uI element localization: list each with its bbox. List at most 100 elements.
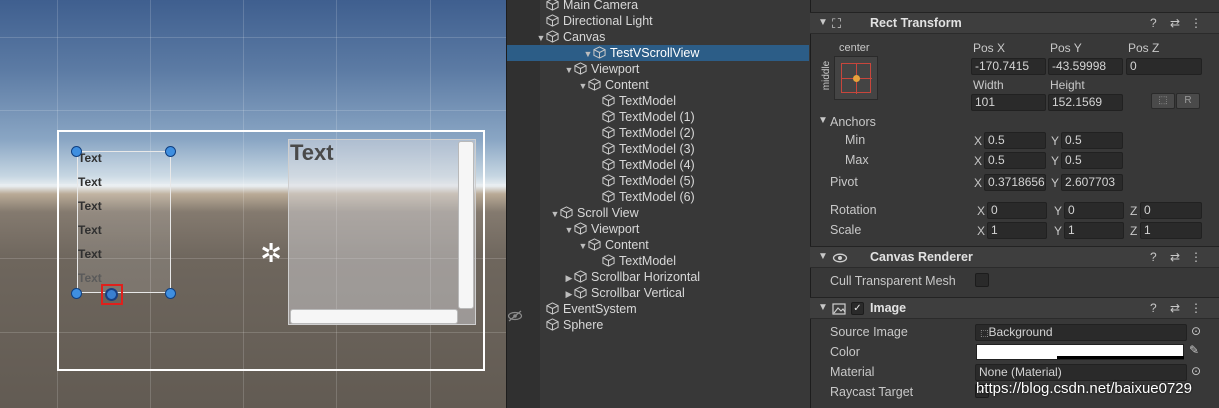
scale-y-field[interactable]: 1 (1064, 222, 1124, 239)
expand-arrow-icon[interactable]: ▼ (583, 46, 593, 62)
hierarchy-item[interactable]: Directional Light (506, 13, 776, 29)
preset-icon[interactable]: ⇄ (1170, 250, 1180, 264)
expand-arrow-icon[interactable]: ▼ (564, 222, 574, 238)
hierarchy-item-label: Content (605, 238, 649, 252)
hierarchy-item[interactable]: Sphere (506, 317, 776, 333)
anchor-max-x-field[interactable]: 0.5 (984, 152, 1046, 169)
hierarchy-item[interactable]: TextModel (2) (506, 125, 776, 141)
object-picker-icon[interactable]: ⊙ (1191, 324, 1201, 338)
pivot-y-field[interactable]: 2.607703 (1061, 174, 1123, 191)
raw-edit-button[interactable]: R (1176, 93, 1200, 109)
expand-arrow-icon[interactable]: ▼ (550, 206, 560, 222)
scene-text: Text (78, 271, 102, 285)
scene-text: Text (78, 199, 102, 213)
scroll-view-rect[interactable] (288, 139, 476, 325)
hierarchy-item-label: TextModel (3) (619, 142, 695, 156)
cull-transparent-mesh-checkbox[interactable] (975, 273, 989, 287)
raycast-target-label: Raycast Target (830, 385, 914, 399)
help-icon[interactable]: ? (1150, 301, 1157, 315)
scale-x-field[interactable]: 1 (987, 222, 1047, 239)
context-menu-icon[interactable]: ⋮ (1190, 301, 1202, 315)
anchors-fold-arrow-icon[interactable]: ▼ (818, 115, 828, 126)
help-icon[interactable]: ? (1150, 16, 1157, 30)
scene-text-large: Text (290, 140, 334, 165)
resize-handle-top-right[interactable] (165, 146, 176, 157)
cull-transparent-mesh-label: Cull Transparent Mesh (830, 274, 956, 288)
expand-arrow-icon[interactable]: ▼ (536, 30, 546, 46)
object-picker-icon[interactable]: ⊙ (1191, 364, 1201, 378)
collapse-arrow-icon[interactable]: ▶ (564, 270, 574, 286)
hierarchy-item[interactable]: ▼ Viewport (506, 221, 776, 237)
help-icon[interactable]: ? (1150, 250, 1157, 264)
hierarchy-item[interactable]: TextModel (506, 253, 776, 269)
hierarchy-item[interactable]: ▶ Scrollbar Vertical (506, 285, 776, 301)
fold-arrow-icon[interactable]: ▼ (818, 302, 828, 313)
hierarchy-item[interactable]: TextModel (4) (506, 157, 776, 173)
preset-icon[interactable]: ⇄ (1170, 16, 1180, 30)
canvas-renderer-header[interactable]: ▼ Canvas Renderer ? ⇄ ⋮ (810, 246, 1219, 268)
eyedropper-icon[interactable]: ✎ (1189, 343, 1199, 357)
hierarchy-item[interactable]: ▼ Viewport (506, 61, 776, 77)
directional-light-icon[interactable]: ✲ (258, 240, 284, 266)
hierarchy-item[interactable]: ▼ TestVScrollView (507, 45, 809, 61)
scene-view[interactable]: Text Text Text Text Text Text Text ✲ (0, 0, 506, 408)
resize-handle-bottom-left[interactable] (71, 288, 82, 299)
expand-arrow-icon[interactable]: ▼ (564, 62, 574, 78)
anchor-max-y-field[interactable]: 0.5 (1061, 152, 1123, 169)
width-field[interactable]: 101 (971, 94, 1046, 111)
anchor-min-y-field[interactable]: 0.5 (1061, 132, 1123, 149)
image-header[interactable]: ▼ ✓ Image ? ⇄ ⋮ (810, 297, 1219, 319)
hierarchy-item-label: Scrollbar Vertical (591, 286, 685, 300)
scrollbar-vertical[interactable] (458, 141, 474, 309)
blueprint-mode-button[interactable]: ⬚ (1151, 93, 1175, 109)
scrollbar-horizontal[interactable] (290, 309, 458, 324)
axis-y-label: Y (1054, 204, 1063, 218)
rect-transform-header[interactable]: ▼ ⛶ Rect Transform ? ⇄ ⋮ (810, 12, 1219, 34)
hierarchy-item-label: Directional Light (563, 14, 653, 28)
rotation-x-field[interactable]: 0 (987, 202, 1047, 219)
collapse-arrow-icon[interactable]: ▶ (564, 286, 574, 302)
anchors-label[interactable]: Anchors (830, 115, 876, 129)
hierarchy-item[interactable]: Main Camera (506, 0, 776, 13)
anchor-min-x-field[interactable]: 0.5 (984, 132, 1046, 149)
pos-x-field[interactable]: -170.7415 (971, 58, 1046, 75)
resize-handle-top-left[interactable] (71, 146, 82, 157)
hierarchy-item[interactable]: ▼ Content (506, 77, 776, 93)
context-menu-icon[interactable]: ⋮ (1190, 250, 1202, 264)
rotation-z-field[interactable]: 0 (1140, 202, 1202, 219)
hierarchy-item[interactable]: ▼ Scroll View (506, 205, 776, 221)
fold-arrow-icon[interactable]: ▼ (818, 251, 828, 262)
pivot-x-field[interactable]: 0.3718656 (984, 174, 1046, 191)
hierarchy-item[interactable]: TextModel (1) (506, 109, 776, 125)
hierarchy-item[interactable]: TextModel (506, 93, 776, 109)
fold-arrow-icon[interactable]: ▼ (818, 17, 828, 28)
hierarchy-item[interactable]: ▶ Scrollbar Horizontal (506, 269, 776, 285)
anchor-preset-button[interactable] (834, 56, 878, 100)
axis-z-label: Z (1130, 204, 1138, 218)
hierarchy-item[interactable]: EventSystem (506, 301, 776, 317)
expand-arrow-icon[interactable]: ▼ (578, 78, 588, 94)
hierarchy-item[interactable]: ▼ Content (506, 237, 776, 253)
eye-off-icon[interactable] (507, 310, 523, 324)
color-swatch[interactable] (976, 344, 1184, 360)
preset-icon[interactable]: ⇄ (1170, 301, 1180, 315)
source-image-field[interactable]: ⬚Background (975, 324, 1187, 341)
grid-line (0, 110, 506, 111)
pos-y-field[interactable]: -43.59998 (1048, 58, 1123, 75)
hierarchy-item[interactable]: ▼ Canvas (506, 29, 776, 45)
hierarchy-item[interactable]: TextModel (5) (506, 173, 776, 189)
context-menu-icon[interactable]: ⋮ (1190, 16, 1202, 30)
hierarchy-item[interactable]: TextModel (3) (506, 141, 776, 157)
resize-handle-bottom-right[interactable] (165, 288, 176, 299)
pivot-handle[interactable] (105, 288, 118, 301)
pos-z-field[interactable]: 0 (1126, 58, 1202, 75)
scale-z-field[interactable]: 1 (1140, 222, 1202, 239)
height-field[interactable]: 152.1569 (1048, 94, 1123, 111)
expand-arrow-icon[interactable]: ▼ (578, 238, 588, 254)
hierarchy-item[interactable]: TextModel (6) (506, 189, 776, 205)
pos-y-label: Pos Y (1050, 41, 1082, 55)
component-title: Image (870, 301, 907, 315)
image-enabled-checkbox[interactable]: ✓ (851, 302, 864, 315)
rotation-y-field[interactable]: 0 (1064, 202, 1124, 219)
material-field[interactable]: None (Material) (975, 364, 1187, 381)
